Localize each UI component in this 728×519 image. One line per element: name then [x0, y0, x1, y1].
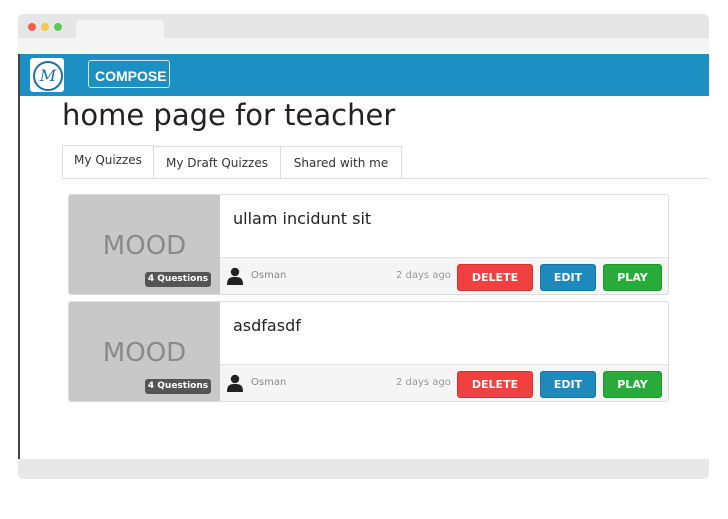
quiz-title[interactable]: ullam incidunt sit: [233, 209, 371, 228]
quiz-card: MOOD 4 Questions asdfasdf Osman 2 days a…: [68, 301, 669, 402]
page-viewport: M COMPOSE home page for teacher My Quizz…: [18, 54, 709, 459]
quiz-card-footer: Osman 2 days ago DELETE EDIT PLAY: [220, 257, 668, 294]
edit-button[interactable]: EDIT: [540, 264, 596, 291]
compose-button[interactable]: COMPOSE: [88, 60, 170, 88]
top-navbar: M COMPOSE: [18, 54, 709, 96]
thumbnail-text: MOOD: [102, 338, 187, 368]
quiz-title[interactable]: asdfasdf: [233, 316, 301, 335]
quiz-tabs: My Quizzes My Draft Quizzes Shared with …: [62, 145, 709, 179]
browser-window: M COMPOSE home page for teacher My Quizz…: [18, 14, 709, 479]
user-icon: [227, 267, 243, 285]
browser-chrome: [18, 14, 709, 54]
user-icon: [227, 374, 243, 392]
close-window-dot[interactable]: [28, 23, 36, 31]
play-button[interactable]: PLAY: [603, 371, 662, 398]
browser-toolbar: [18, 38, 709, 54]
browser-tab[interactable]: [76, 20, 164, 40]
question-count-badge: 4 Questions: [145, 379, 211, 394]
maximize-window-dot[interactable]: [54, 23, 62, 31]
browser-bottom-bar: [18, 459, 709, 479]
edit-button[interactable]: EDIT: [540, 371, 596, 398]
tab-my-draft-quizzes[interactable]: My Draft Quizzes: [154, 146, 281, 178]
question-count-badge: 4 Questions: [145, 272, 211, 287]
thumbnail-text: MOOD: [102, 231, 187, 261]
quiz-timestamp: 2 days ago: [396, 377, 451, 388]
quiz-timestamp: 2 days ago: [396, 270, 451, 281]
logo-icon: M: [33, 61, 63, 91]
page-title: home page for teacher: [62, 98, 396, 132]
quiz-thumbnail[interactable]: MOOD 4 Questions: [69, 302, 220, 401]
minimize-window-dot[interactable]: [41, 23, 49, 31]
quiz-card-footer: Osman 2 days ago DELETE EDIT PLAY: [220, 364, 668, 401]
quiz-author: Osman: [251, 377, 287, 388]
play-button[interactable]: PLAY: [603, 264, 662, 291]
app-logo[interactable]: M: [30, 58, 64, 92]
quiz-card: MOOD 4 Questions ullam incidunt sit Osma…: [68, 194, 669, 295]
tab-shared-with-me[interactable]: Shared with me: [281, 146, 402, 178]
quiz-thumbnail[interactable]: MOOD 4 Questions: [69, 195, 220, 294]
tab-my-quizzes[interactable]: My Quizzes: [62, 145, 154, 178]
viewport-edge: [18, 54, 20, 459]
quiz-author: Osman: [251, 270, 287, 281]
delete-button[interactable]: DELETE: [457, 264, 533, 291]
delete-button[interactable]: DELETE: [457, 371, 533, 398]
